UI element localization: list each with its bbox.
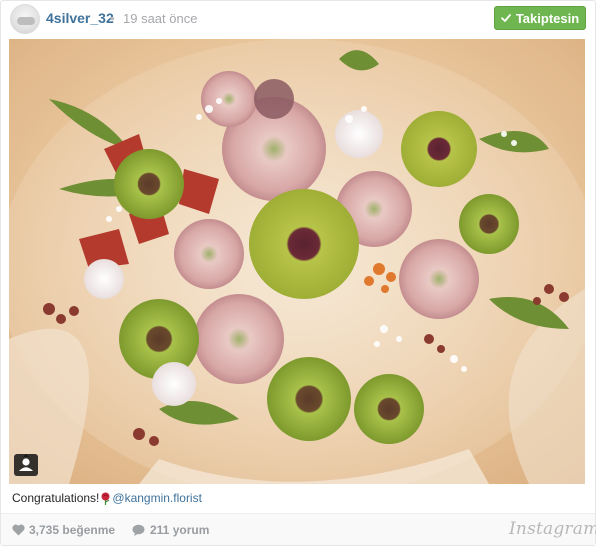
avatar[interactable] [10, 4, 40, 34]
post-header: 4silver_32 • 19 saat önce Takiptesin [1, 1, 595, 37]
person-icon [19, 454, 33, 471]
tagged-people-badge[interactable] [14, 454, 38, 476]
rose-icon [101, 492, 110, 505]
post-card: 4silver_32 • 19 saat önce Takiptesin Con… [0, 0, 596, 546]
likes-label: 3,735 beğenme [29, 523, 116, 537]
caption-text: Congratulations! [12, 491, 100, 505]
instagram-logo[interactable]: Instagram [509, 519, 596, 539]
following-label: Takiptesin [515, 10, 580, 26]
post-photo[interactable] [9, 39, 585, 484]
following-button[interactable]: Takiptesin [494, 6, 586, 30]
caption-mention-link[interactable]: @kangmin.florist [112, 491, 202, 505]
comments-label: 211 yorum [150, 523, 210, 537]
bouquet-image [9, 39, 585, 484]
post-caption: Congratulations! @kangmin.florist [12, 491, 202, 505]
heart-icon [12, 524, 25, 536]
check-icon [500, 14, 511, 22]
username-link[interactable]: 4silver_32 [46, 10, 114, 26]
post-footer: 3,735 beğenme 211 yorum Instagram [1, 513, 596, 545]
comment-bubble-icon [132, 524, 145, 536]
comments-count[interactable]: 211 yorum [132, 523, 209, 537]
likes-count[interactable]: 3,735 beğenme [12, 523, 115, 537]
separator-dot: • [110, 10, 115, 26]
post-timestamp[interactable]: 19 saat önce [123, 11, 197, 26]
